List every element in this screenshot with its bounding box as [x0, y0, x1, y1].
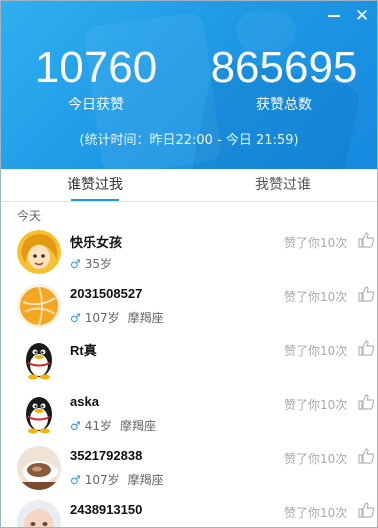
likes-window: ✕ 10760 今日获赞 865695 获赞总数 (统计时间：昨日22:00 -…: [0, 0, 378, 528]
like-count: 赞了你10次: [284, 506, 348, 520]
total-likes-label: 获赞总数: [256, 97, 312, 113]
list-item[interactable]: Rt真 赞了你10次: [1, 331, 377, 385]
active-tab-indicator: [71, 199, 119, 201]
tab-who-liked-me[interactable]: 谁赞过我: [1, 169, 189, 201]
user-name: 快乐女孩: [70, 235, 123, 250]
male-icon: ♂: [70, 419, 81, 433]
user-name: 3521792838: [70, 448, 143, 463]
user-name: 2438913150: [70, 502, 143, 517]
user-age: 107岁: [84, 473, 120, 487]
avatar[interactable]: [17, 284, 61, 328]
male-icon: ♂: [70, 311, 81, 325]
male-icon: ♂: [70, 257, 81, 271]
male-icon: ♂: [70, 473, 81, 487]
avatar[interactable]: [17, 338, 61, 382]
section-label-today: 今天: [17, 209, 42, 223]
user-zodiac: 摩羯座: [127, 311, 164, 325]
avatar[interactable]: [17, 392, 61, 436]
user-meta: ♂ 107岁 摩羯座: [70, 309, 164, 326]
total-likes-stat: 865695 获赞总数: [199, 41, 369, 115]
list-item[interactable]: 2438913150 赞了你10次: [1, 493, 377, 527]
user-age: 41岁: [84, 419, 113, 433]
user-meta: ♂ 107岁 摩羯座: [70, 471, 164, 488]
user-meta: ♂ 41岁 摩羯座: [70, 417, 156, 434]
today-likes-label: 今日获赞: [68, 97, 124, 113]
tab-label: 谁赞过我: [67, 177, 123, 193]
list-item[interactable]: aska ♂ 41岁 摩羯座 赞了你10次: [1, 385, 377, 439]
user-name: 2031508527: [70, 286, 143, 301]
like-count: 赞了你10次: [284, 290, 348, 304]
like-count: 赞了你10次: [284, 398, 348, 412]
tab-bar: 谁赞过我 我赞过谁: [1, 169, 377, 202]
like-count: 赞了你10次: [284, 344, 348, 358]
close-button[interactable]: ✕: [351, 5, 373, 27]
user-age: 35岁: [84, 257, 113, 271]
list-item[interactable]: 3521792838 ♂ 107岁 摩羯座 赞了你10次: [1, 439, 377, 493]
user-meta: [70, 363, 82, 377]
user-name: aska: [70, 394, 99, 409]
list-item[interactable]: 2031508527 ♂ 107岁 摩羯座 赞了你10次: [1, 277, 377, 331]
user-name: Rt真: [70, 343, 97, 358]
user-age: 107岁: [84, 311, 120, 325]
total-likes-count: 865695: [210, 43, 358, 92]
stats-header: ✕ 10760 今日获赞 865695 获赞总数 (统计时间：昨日22:00 -…: [1, 1, 377, 169]
stats-period: (统计时间：昨日22:00 - 今日 21:59): [79, 133, 299, 148]
user-zodiac: 摩羯座: [127, 473, 164, 487]
tab-who-i-liked[interactable]: 我赞过谁: [189, 169, 377, 201]
avatar[interactable]: [17, 446, 61, 490]
user-zodiac: 摩羯座: [120, 419, 157, 433]
minimize-button[interactable]: [323, 5, 345, 27]
today-likes-stat: 10760 今日获赞: [11, 41, 181, 115]
like-count: 赞了你10次: [284, 236, 348, 250]
like-count: 赞了你10次: [284, 452, 348, 466]
avatar[interactable]: [17, 230, 61, 274]
today-likes-count: 10760: [34, 43, 158, 92]
minimize-icon: [328, 15, 340, 17]
tab-label: 我赞过谁: [255, 177, 311, 193]
user-meta: ♂ 35岁: [70, 255, 120, 272]
avatar[interactable]: [17, 500, 61, 527]
list-item[interactable]: 快乐女孩 ♂ 35岁 赞了你10次: [1, 223, 377, 277]
list-scrollbar[interactable]: [373, 203, 377, 527]
